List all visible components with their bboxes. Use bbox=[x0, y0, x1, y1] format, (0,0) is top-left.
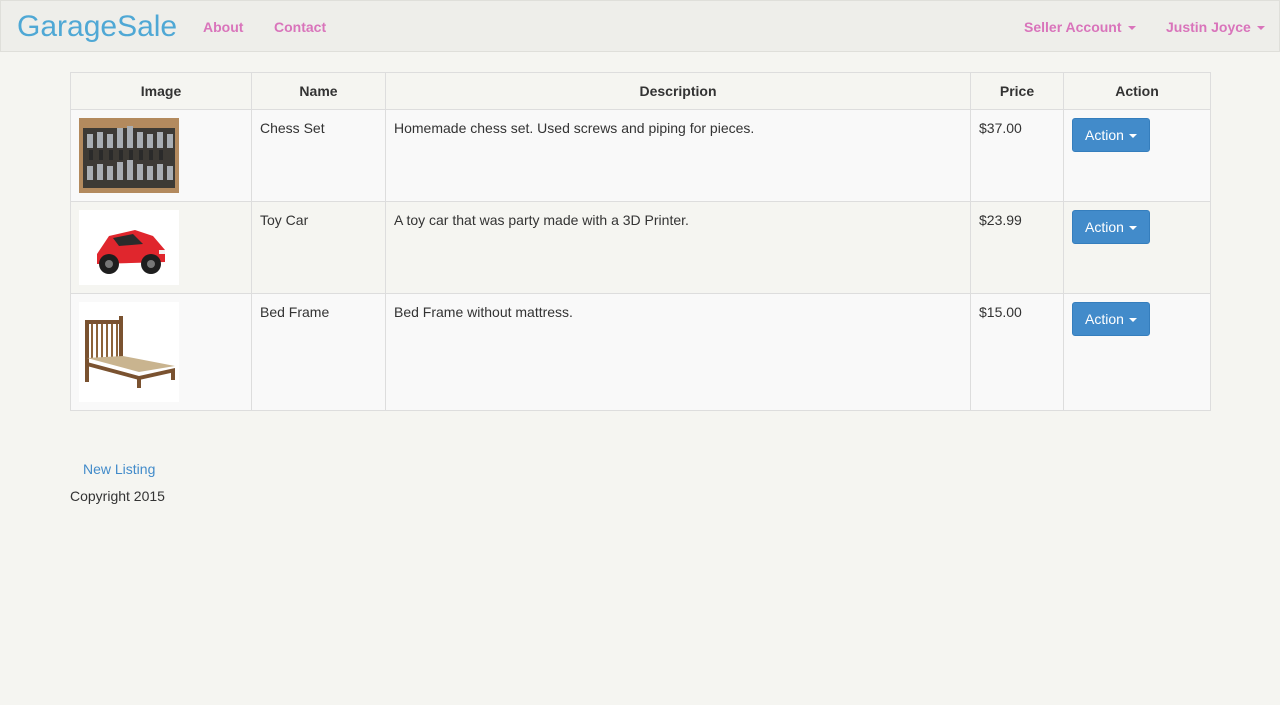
item-price: $15.00 bbox=[970, 293, 1064, 411]
new-listing-link[interactable]: New Listing bbox=[83, 460, 155, 478]
action-cell: Action bbox=[1063, 201, 1211, 294]
user-menu-dropdown[interactable]: Justin Joyce bbox=[1166, 18, 1265, 36]
bed-frame-image bbox=[79, 302, 179, 402]
image-cell bbox=[70, 109, 252, 202]
seller-account-dropdown[interactable]: Seller Account bbox=[1024, 18, 1136, 36]
table-row: Chess Set Homemade chess set. Used screw… bbox=[70, 109, 1211, 202]
chevron-down-icon bbox=[1128, 134, 1137, 139]
action-dropdown-button[interactable]: Action bbox=[1072, 302, 1150, 336]
nav-about-link[interactable]: About bbox=[203, 18, 243, 36]
chevron-down-icon bbox=[1128, 226, 1137, 231]
action-button-label: Action bbox=[1085, 127, 1124, 143]
action-button-label: Action bbox=[1085, 311, 1124, 327]
column-header-name: Name bbox=[251, 72, 386, 110]
item-name: Chess Set bbox=[251, 109, 386, 202]
chevron-down-icon bbox=[1128, 318, 1137, 323]
action-button-label: Action bbox=[1085, 219, 1124, 235]
item-name: Bed Frame bbox=[251, 293, 386, 411]
action-dropdown-button[interactable]: Action bbox=[1072, 210, 1150, 244]
image-cell bbox=[70, 201, 252, 294]
column-header-description: Description bbox=[385, 72, 971, 110]
table-header-row: Image Name Description Price Action bbox=[70, 72, 1211, 110]
toy-car-image bbox=[79, 210, 179, 285]
column-header-action: Action bbox=[1063, 72, 1211, 110]
item-price: $37.00 bbox=[970, 109, 1064, 202]
table-row: Bed Frame Bed Frame without mattress. $1… bbox=[70, 293, 1211, 411]
user-name-label: Justin Joyce bbox=[1166, 19, 1251, 35]
chevron-down-icon bbox=[1127, 26, 1136, 31]
image-cell bbox=[70, 293, 252, 411]
item-description: Homemade chess set. Used screws and pipi… bbox=[385, 109, 971, 202]
item-description: Bed Frame without mattress. bbox=[385, 293, 971, 411]
action-dropdown-button[interactable]: Action bbox=[1072, 118, 1150, 152]
navbar: GarageSale About Contact Seller Account … bbox=[0, 0, 1280, 52]
listings-table: Image Name Description Price Action Ches… bbox=[70, 72, 1211, 411]
column-header-image: Image bbox=[70, 72, 252, 110]
action-cell: Action bbox=[1063, 109, 1211, 202]
brand-logo-link[interactable]: GarageSale bbox=[17, 10, 177, 44]
copyright-text: Copyright 2015 bbox=[70, 488, 165, 504]
chess-set-image bbox=[79, 118, 179, 193]
item-name: Toy Car bbox=[251, 201, 386, 294]
column-header-price: Price bbox=[970, 72, 1064, 110]
item-description: A toy car that was party made with a 3D … bbox=[385, 201, 971, 294]
table-row: Toy Car A toy car that was party made wi… bbox=[70, 201, 1211, 294]
chevron-down-icon bbox=[1256, 26, 1265, 31]
seller-account-label: Seller Account bbox=[1024, 19, 1122, 35]
nav-contact-link[interactable]: Contact bbox=[274, 18, 326, 36]
action-cell: Action bbox=[1063, 293, 1211, 411]
item-price: $23.99 bbox=[970, 201, 1064, 294]
